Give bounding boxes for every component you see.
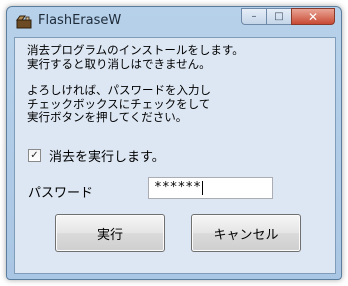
password-masked-value: ******	[154, 180, 201, 195]
confirm-erase-checkbox[interactable]: ✓	[28, 149, 41, 162]
cancel-button[interactable]: キャンセル	[191, 214, 301, 252]
cancel-button-label: キャンセル	[213, 227, 279, 243]
maximize-icon: □	[274, 11, 284, 22]
instruction-message: 消去プログラムのインストールをします。 実行すると取り消しはできません。 よろし…	[27, 43, 327, 125]
flasherase-dialog: FlashEraseW – □ ✕ 消去プログラムのインストールをします。 実行…	[6, 6, 342, 280]
eraser-app-icon	[16, 14, 32, 29]
maximize-button[interactable]: □	[266, 8, 292, 25]
message-line: チェックボックスにチェックをして	[27, 96, 211, 111]
confirm-erase-label[interactable]: 消去を実行します。	[49, 146, 165, 165]
minimize-icon: –	[251, 11, 257, 22]
execute-button-label: 実行	[96, 227, 123, 243]
dialog-client-area: 消去プログラムのインストールをします。 実行すると取り消しはできません。 よろし…	[14, 37, 336, 274]
message-line: よろしければ、パスワードを入力し	[27, 83, 211, 97]
window-title: FlashEraseW	[38, 13, 122, 28]
minimize-button[interactable]: –	[241, 8, 267, 25]
caption-buttons: – □ ✕	[241, 8, 335, 26]
confirm-erase-checkbox-row[interactable]: ✓ 消去を実行します。	[28, 146, 165, 165]
close-icon: ✕	[307, 9, 319, 24]
title-bar[interactable]: FlashEraseW – □ ✕	[7, 7, 341, 35]
password-field[interactable]: ******	[148, 177, 273, 199]
password-label: パスワード	[28, 186, 94, 201]
text-caret	[201, 180, 203, 195]
message-line: 消去プログラムのインストールをします。	[27, 43, 244, 57]
close-button[interactable]: ✕	[291, 8, 335, 25]
message-line: 実行ボタンを押してください。	[27, 110, 188, 124]
checkmark-icon: ✓	[30, 149, 39, 161]
execute-button[interactable]: 実行	[55, 214, 165, 252]
message-line: 実行すると取り消しはできません。	[27, 56, 211, 71]
